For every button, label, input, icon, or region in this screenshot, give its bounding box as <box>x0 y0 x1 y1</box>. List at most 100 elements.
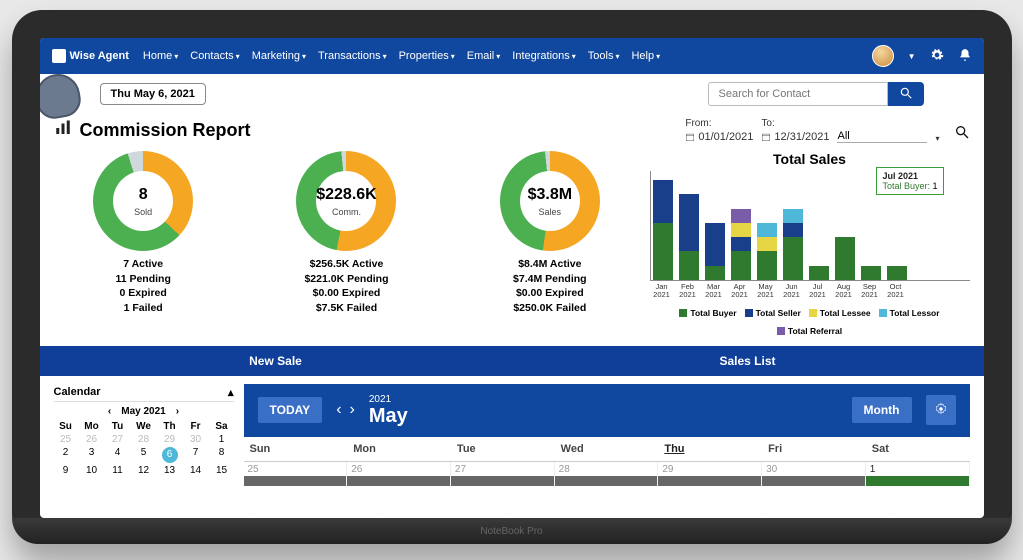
nav-contacts[interactable]: Contacts ▾ <box>190 50 239 62</box>
filter-select[interactable] <box>837 130 927 143</box>
calendar-icon <box>761 132 771 142</box>
nav-tools[interactable]: Tools ▾ <box>588 50 620 62</box>
cal-next-icon[interactable]: › <box>350 401 355 419</box>
from-date[interactable]: 01/01/2021 <box>685 131 753 143</box>
legend-item: Total Seller <box>745 308 801 318</box>
nav-transactions[interactable]: Transactions ▾ <box>318 50 387 62</box>
x-tick: Apr 2021 <box>730 283 750 300</box>
caret-up-icon[interactable]: ▴ <box>228 386 234 399</box>
cal-day[interactable]: 8 <box>210 447 234 463</box>
chevron-down-icon: ▾ <box>383 52 387 61</box>
legend-item: Total Lessor <box>879 308 940 318</box>
big-cal-day-header: Sun <box>244 437 348 462</box>
cal-day[interactable]: 4 <box>106 447 130 463</box>
chevron-down-icon: ▾ <box>572 52 576 61</box>
new-sale-button[interactable]: New Sale <box>40 346 512 376</box>
calendar-title: Calendar <box>54 386 101 399</box>
big-cal-cell[interactable]: 28 <box>555 462 659 486</box>
cal-day[interactable]: 2 <box>54 447 78 463</box>
cal-day[interactable]: 29 <box>158 434 182 445</box>
big-cal-cell[interactable]: 25 <box>244 462 348 486</box>
cal-day[interactable]: 6 <box>158 447 182 463</box>
chevron-down-icon: ▾ <box>496 52 500 61</box>
nav-properties[interactable]: Properties ▾ <box>399 50 455 62</box>
bar-col <box>731 209 751 280</box>
cal-day[interactable]: 1 <box>210 434 234 445</box>
big-cal-day-header: Sat <box>866 437 970 462</box>
cal-day[interactable]: 11 <box>106 465 130 476</box>
bar-col <box>835 237 855 280</box>
avatar-caret-icon[interactable]: ▼ <box>908 52 916 61</box>
nav-home[interactable]: Home ▾ <box>143 50 178 62</box>
sales-list-button[interactable]: Sales List <box>512 346 984 376</box>
cal-prev-icon[interactable]: ‹ <box>336 401 341 419</box>
big-cal-cell[interactable]: 29 <box>658 462 762 486</box>
brand-logo[interactable]: Wise Agent <box>52 49 129 63</box>
cal-day[interactable]: 14 <box>184 465 208 476</box>
avatar[interactable] <box>872 45 894 67</box>
x-tick: Feb 2021 <box>678 283 698 300</box>
to-date[interactable]: 12/31/2021 <box>761 131 829 143</box>
chevron-down-icon: ▾ <box>174 52 178 61</box>
search-button[interactable] <box>888 82 924 106</box>
today-button[interactable]: TODAY <box>258 397 323 423</box>
laptop-base: NoteBook Pro <box>12 518 1012 544</box>
nav-email[interactable]: Email ▾ <box>467 50 501 62</box>
cal-day-header: Mo <box>80 421 104 432</box>
big-cal-day-header: Thu <box>658 437 762 462</box>
cal-day[interactable]: 28 <box>132 434 156 445</box>
bar-col <box>653 180 673 280</box>
big-cal-cell[interactable]: 26 <box>347 462 451 486</box>
bell-icon[interactable] <box>958 48 972 65</box>
calendar-settings-button[interactable] <box>926 395 956 425</box>
owl-mascot-icon <box>40 71 83 122</box>
current-date-badge[interactable]: Thu May 6, 2021 <box>100 83 206 105</box>
nav-marketing[interactable]: Marketing ▾ <box>252 50 306 62</box>
cal-day[interactable]: 5 <box>132 447 156 463</box>
chevron-down-icon: ▾ <box>935 134 939 143</box>
cal-day[interactable]: 26 <box>80 434 104 445</box>
top-nav: Wise Agent Home ▾ Contacts ▾ Marketing ▾ Tr… <box>40 38 984 74</box>
cal-day[interactable]: 12 <box>132 465 156 476</box>
cal-day[interactable]: 3 <box>80 447 104 463</box>
chevron-down-icon: ▾ <box>451 52 455 61</box>
chart-tooltip: Jul 2021 Total Buyer: 1 <box>876 167 943 195</box>
cal-day[interactable]: 15 <box>210 465 234 476</box>
cal-day-header: Su <box>54 421 78 432</box>
prev-month-icon[interactable]: ‹ <box>108 406 111 417</box>
x-tick: Jun 2021 <box>782 283 802 300</box>
cal-day-header: Sa <box>210 421 234 432</box>
cal-month: May <box>369 405 408 427</box>
big-cal-day-header: Mon <box>347 437 451 462</box>
legend-item: Total Lessee <box>809 308 871 318</box>
big-cal-cell[interactable]: 27 <box>451 462 555 486</box>
bar-col <box>861 266 881 280</box>
month-view-button[interactable]: Month <box>852 397 912 423</box>
chevron-down-icon: ▾ <box>656 52 660 61</box>
cal-day[interactable]: 7 <box>184 447 208 463</box>
mini-cal-month: May 2021 <box>121 406 165 417</box>
donut-0: 8Sold7 Active11 Pending0 Expired1 Failed <box>93 151 193 336</box>
cal-day[interactable]: 30 <box>184 434 208 445</box>
cal-day[interactable]: 10 <box>80 465 104 476</box>
cal-day-header: Fr <box>184 421 208 432</box>
cal-day[interactable]: 27 <box>106 434 130 445</box>
gear-icon[interactable] <box>930 48 944 65</box>
cal-day[interactable]: 9 <box>54 465 78 476</box>
search-input[interactable] <box>708 82 888 106</box>
nav-integrations[interactable]: Integrations ▾ <box>512 50 576 62</box>
search-icon[interactable] <box>954 124 970 143</box>
x-tick: Aug 2021 <box>834 283 854 300</box>
mini-calendar: Calendar ▴ ‹ May 2021 › SuMoTuWeThFrSa25… <box>54 384 234 486</box>
big-cal-day-header: Fri <box>762 437 866 462</box>
cal-day[interactable]: 25 <box>54 434 78 445</box>
big-cal-cell[interactable]: 1 <box>866 462 970 486</box>
to-label: To: <box>761 118 829 129</box>
x-tick: Jul 2021 <box>808 283 828 300</box>
brand-text: Wise Agent <box>70 50 129 62</box>
cal-day[interactable]: 13 <box>158 465 182 476</box>
nav-help[interactable]: Help ▾ <box>631 50 660 62</box>
cal-day-header: Th <box>158 421 182 432</box>
big-cal-cell[interactable]: 30 <box>762 462 866 486</box>
next-month-icon[interactable]: › <box>176 406 179 417</box>
